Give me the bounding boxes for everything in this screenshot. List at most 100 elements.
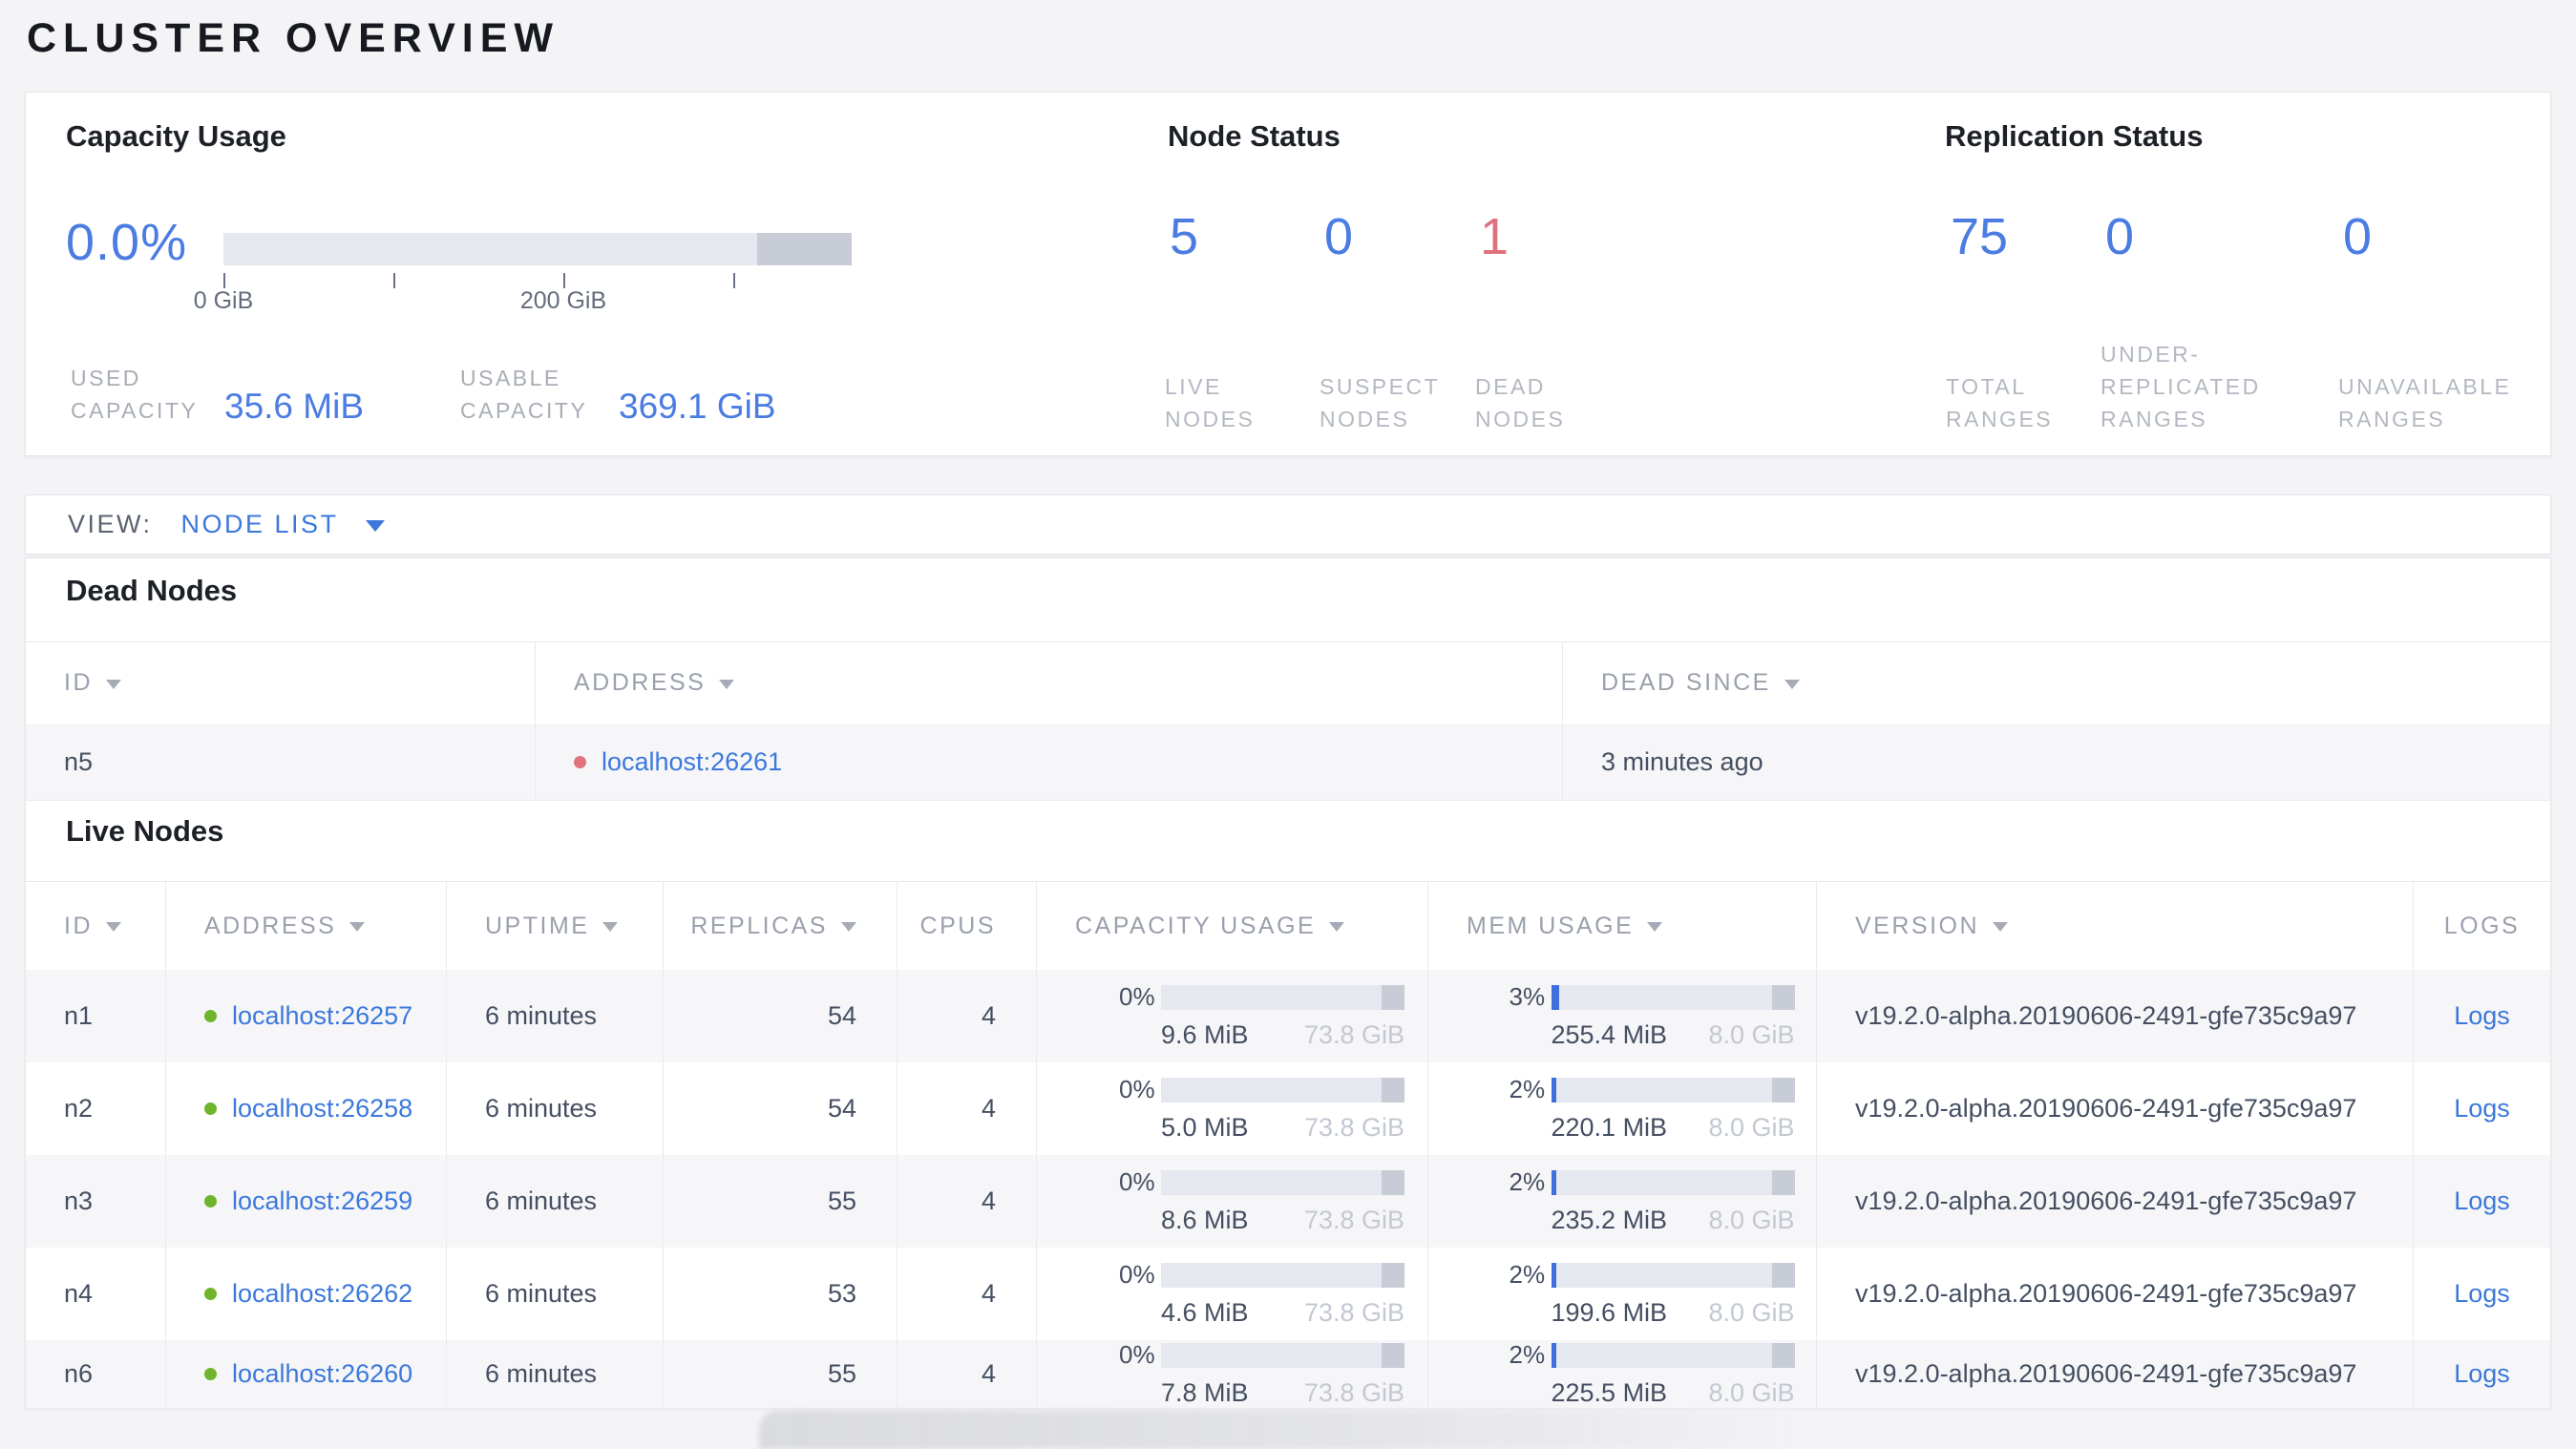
node-address-link[interactable]: localhost:26258 bbox=[232, 1094, 412, 1124]
memory-bar bbox=[1551, 984, 1795, 1010]
under-replicated-ranges-stat: 0 UNDER- REPLICATED RANGES bbox=[2101, 207, 2258, 431]
node-address-cell: localhost:26258 bbox=[165, 1062, 446, 1155]
node-uptime: 6 minutes bbox=[446, 1340, 663, 1408]
unavailable-ranges-stat: 0 UNAVAILABLE RANGES bbox=[2338, 207, 2509, 431]
column-header-address[interactable]: ADDRESS bbox=[535, 642, 1562, 724]
node-uptime: 6 minutes bbox=[446, 970, 663, 1062]
column-header-version[interactable]: VERSION bbox=[1816, 882, 2413, 970]
logs-cell: Logs bbox=[2413, 1062, 2550, 1155]
logs-link[interactable]: Logs bbox=[2454, 1001, 2510, 1031]
node-version: v19.2.0-alpha.20190606-2491-gfe735c9a97 bbox=[1816, 1248, 2413, 1340]
suspect-nodes-stat: 0 SUSPECT NODES bbox=[1320, 207, 1438, 431]
sort-desc-icon bbox=[1329, 922, 1345, 932]
suspect-nodes-count: 0 bbox=[1324, 208, 1354, 265]
live-status-icon bbox=[204, 1368, 217, 1380]
sort-desc-icon bbox=[1784, 679, 1800, 689]
view-dropdown-value: NODE LIST bbox=[180, 510, 339, 538]
column-header-memory[interactable]: MEM USAGE bbox=[1427, 882, 1816, 970]
node-address-link[interactable]: localhost:26261 bbox=[602, 747, 782, 777]
dead-nodes-stat: 1 DEAD NODES bbox=[1475, 207, 1563, 431]
dead-nodes-count: 1 bbox=[1480, 208, 1510, 265]
node-cpus: 4 bbox=[897, 1340, 1036, 1408]
node-address-link[interactable]: localhost:26260 bbox=[232, 1359, 412, 1389]
live-nodes-table: ID ADDRESS UPTIME REPLICAS CPUS CAPACITY… bbox=[26, 881, 2550, 1409]
logs-cell: Logs bbox=[2413, 1340, 2550, 1408]
sort-desc-icon bbox=[841, 922, 856, 932]
total-ranges-stat: 75 TOTAL RANGES bbox=[1946, 207, 2051, 431]
under-replicated-count: 0 bbox=[2105, 208, 2135, 265]
column-header-logs: LOGS bbox=[2413, 882, 2550, 970]
view-dropdown[interactable]: NODE LIST bbox=[181, 510, 385, 539]
capacity-bar bbox=[1161, 984, 1404, 1010]
node-replicas: 53 bbox=[663, 1248, 897, 1340]
capacity-usage-cell: 0% 5.0 MiB 73.8 GiB bbox=[1036, 1062, 1427, 1155]
live-status-icon bbox=[204, 1195, 217, 1208]
capacity-bar bbox=[1161, 1077, 1404, 1102]
node-address-link[interactable]: localhost:26257 bbox=[232, 1001, 412, 1031]
node-version: v19.2.0-alpha.20190606-2491-gfe735c9a97 bbox=[1816, 1062, 2413, 1155]
column-header-address[interactable]: ADDRESS bbox=[165, 882, 446, 970]
cluster-summary-panel: Capacity Usage 0.0% 0 GiB 200 GiB USED C… bbox=[25, 92, 2551, 456]
sort-desc-icon bbox=[106, 679, 121, 689]
logs-link[interactable]: Logs bbox=[2454, 1359, 2510, 1389]
dead-nodes-table: ID ADDRESS DEAD SINCE n5 localhost:26261… bbox=[26, 641, 2550, 801]
dead-nodes-heading: Dead Nodes bbox=[66, 574, 238, 607]
sort-desc-icon bbox=[1647, 922, 1663, 932]
node-address-cell: localhost:26262 bbox=[165, 1248, 446, 1340]
node-id: n6 bbox=[64, 1359, 94, 1388]
node-cpus: 4 bbox=[897, 970, 1036, 1062]
table-row: n1 localhost:26257 6 minutes 54 4 0% 9.6… bbox=[26, 970, 2550, 1062]
capacity-percent: 0.0% bbox=[66, 214, 188, 271]
node-status-title: Node Status bbox=[1168, 119, 1341, 153]
memory-bar bbox=[1551, 1169, 1795, 1195]
capacity-reserved-segment bbox=[757, 233, 852, 265]
node-address-link[interactable]: localhost:26262 bbox=[232, 1279, 412, 1309]
node-id: n4 bbox=[64, 1279, 94, 1308]
table-header-row: ID ADDRESS UPTIME REPLICAS CPUS CAPACITY… bbox=[26, 881, 2550, 970]
logs-link[interactable]: Logs bbox=[2454, 1279, 2510, 1309]
live-nodes-stat: 5 LIVE NODES bbox=[1165, 207, 1253, 431]
mem-usage-cell: 2% 220.1 MiB 8.0 GiB bbox=[1427, 1062, 1816, 1155]
node-replicas: 54 bbox=[663, 1062, 897, 1155]
node-uptime: 6 minutes bbox=[446, 1155, 663, 1248]
column-header-replicas[interactable]: REPLICAS bbox=[663, 882, 897, 970]
capacity-bar bbox=[1161, 1169, 1404, 1195]
column-header-dead-since[interactable]: DEAD SINCE bbox=[1562, 642, 2550, 724]
page-title: CLUSTER OVERVIEW bbox=[27, 15, 560, 61]
sort-desc-icon bbox=[349, 922, 366, 932]
mem-usage-cell: 2% 199.6 MiB 8.0 GiB bbox=[1427, 1248, 1816, 1340]
column-header-id[interactable]: ID bbox=[26, 882, 165, 970]
mem-usage-cell: 2% 225.5 MiB 8.0 GiB bbox=[1427, 1340, 1816, 1408]
total-ranges-count: 75 bbox=[1951, 208, 2009, 265]
capacity-summary-bar bbox=[223, 233, 852, 265]
node-id: n2 bbox=[64, 1094, 94, 1123]
capacity-bar bbox=[1161, 1342, 1404, 1368]
node-replicas: 55 bbox=[663, 1155, 897, 1248]
view-label: VIEW: bbox=[68, 510, 153, 538]
mem-usage-cell: 3% 255.4 MiB 8.0 GiB bbox=[1427, 970, 1816, 1062]
sort-desc-icon bbox=[602, 922, 619, 932]
replication-status-title: Replication Status bbox=[1945, 119, 2204, 153]
column-header-capacity[interactable]: CAPACITY USAGE bbox=[1036, 882, 1427, 970]
logs-link[interactable]: Logs bbox=[2454, 1094, 2510, 1124]
column-header-cpus: CPUS bbox=[897, 882, 1036, 970]
sort-desc-icon bbox=[719, 679, 735, 689]
axis-tick-label: 0 GiB bbox=[193, 287, 254, 314]
nodes-panel: Dead Nodes ID ADDRESS DEAD SINCE n5 loca… bbox=[25, 557, 2551, 1409]
node-id: n1 bbox=[64, 1001, 94, 1030]
node-cpus: 4 bbox=[897, 1248, 1036, 1340]
table-row: n5 localhost:26261 3 minutes ago bbox=[26, 724, 2550, 801]
table-row: n2 localhost:26258 6 minutes 54 4 0% 5.0… bbox=[26, 1062, 2550, 1155]
sort-desc-icon bbox=[1993, 922, 2009, 932]
node-address-cell: localhost:26257 bbox=[165, 970, 446, 1062]
capacity-bar bbox=[1161, 1262, 1404, 1288]
used-capacity-label: USED CAPACITY bbox=[71, 366, 199, 423]
logs-link[interactable]: Logs bbox=[2454, 1186, 2510, 1216]
column-header-uptime[interactable]: UPTIME bbox=[446, 882, 663, 970]
node-id: n3 bbox=[64, 1186, 94, 1215]
column-header-id[interactable]: ID bbox=[26, 642, 535, 724]
node-address-link[interactable]: localhost:26259 bbox=[232, 1186, 412, 1216]
capacity-usage-cell: 0% 7.8 MiB 73.8 GiB bbox=[1036, 1340, 1427, 1408]
sort-desc-icon bbox=[106, 922, 121, 932]
node-address-cell: localhost:26260 bbox=[165, 1340, 446, 1408]
